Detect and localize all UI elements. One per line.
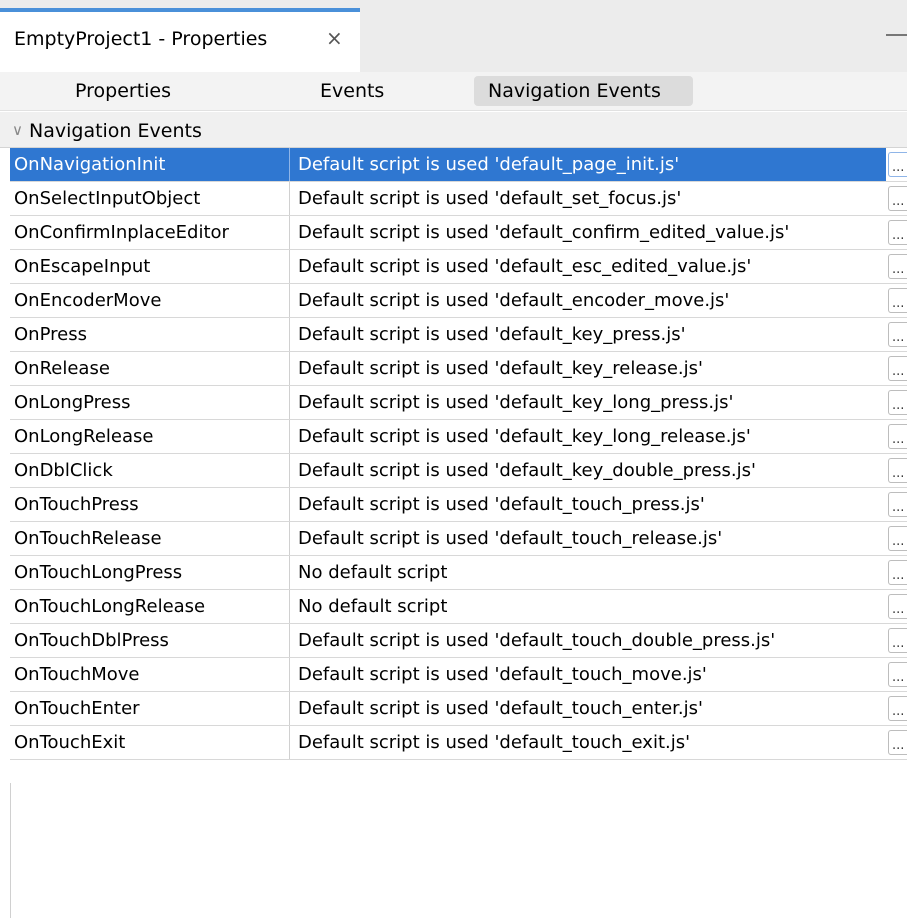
event-name-cell[interactable]: OnTouchMove — [10, 658, 290, 691]
event-name-cell[interactable]: OnTouchPress — [10, 488, 290, 521]
event-script-value-cell[interactable]: Default script is used 'default_esc_edit… — [290, 250, 886, 283]
event-name-cell[interactable]: OnTouchExit — [10, 726, 290, 759]
event-name-cell[interactable]: OnConfirmInplaceEditor — [10, 216, 290, 249]
table-row[interactable]: OnLongRelease Default script is used 'def… — [10, 420, 907, 454]
table-row[interactable]: OnTouchMove Default script is used 'defau… — [10, 658, 907, 692]
chevron-down-icon[interactable]: ∨ — [12, 121, 23, 139]
event-script-value-cell[interactable]: Default script is used 'default_key_long… — [290, 386, 886, 419]
event-script-value-cell[interactable]: Default script is used 'default_key_long… — [290, 420, 886, 453]
browse-script-button[interactable]: ... — [888, 594, 907, 619]
event-script-value-cell[interactable]: Default script is used 'default_key_pres… — [290, 318, 886, 351]
group-title: Navigation Events — [29, 120, 202, 142]
event-name-cell[interactable]: OnEscapeInput — [10, 250, 290, 283]
group-header-navigation-events[interactable]: ∨ Navigation Events — [0, 112, 907, 148]
table-row[interactable]: OnConfirmInplaceEditor Default script is … — [10, 216, 907, 250]
browse-script-button[interactable]: ... — [888, 730, 907, 755]
table-row[interactable]: OnEscapeInput Default script is used 'def… — [10, 250, 907, 284]
table-row[interactable]: OnDblClick Default script is used 'defaul… — [10, 454, 907, 488]
event-script-value-cell[interactable]: Default script is used 'default_touch_pr… — [290, 488, 886, 521]
event-script-value-cell[interactable]: No default script — [290, 590, 886, 623]
event-script-value-cell[interactable]: Default script is used 'default_page_ini… — [290, 148, 886, 181]
event-name-cell[interactable]: OnNavigationInit — [10, 148, 290, 181]
event-name-cell[interactable]: OnEncoderMove — [10, 284, 290, 317]
event-name-cell[interactable]: OnRelease — [10, 352, 290, 385]
event-name-cell[interactable]: OnPress — [10, 318, 290, 351]
event-name-cell[interactable]: OnLongPress — [10, 386, 290, 419]
browse-script-button[interactable]: ... — [888, 356, 907, 381]
property-grid: OnNavigationInit Default script is used '… — [10, 148, 907, 760]
tab-properties-panel[interactable]: EmptyProject1 - Properties × — [0, 8, 360, 72]
table-row[interactable]: OnTouchLongPress No default script... — [10, 556, 907, 590]
event-script-value-cell[interactable]: Default script is used 'default_touch_do… — [290, 624, 886, 657]
event-name-cell[interactable]: OnSelectInputObject — [10, 182, 290, 215]
table-row[interactable]: OnEncoderMove Default script is used 'def… — [10, 284, 907, 318]
event-script-value-cell[interactable]: Default script is used 'default_key_doub… — [290, 454, 886, 487]
table-row[interactable]: OnNavigationInit Default script is used '… — [10, 148, 907, 182]
tab-title: EmptyProject1 - Properties — [14, 28, 268, 50]
subtab-navigation-events[interactable]: Navigation Events — [474, 76, 693, 106]
event-name-cell[interactable]: OnTouchLongRelease — [10, 590, 290, 623]
event-script-value-cell[interactable]: No default script — [290, 556, 886, 589]
browse-script-button[interactable]: ... — [888, 254, 907, 279]
browse-script-button[interactable]: ... — [888, 390, 907, 415]
browse-script-button[interactable]: ... — [888, 492, 907, 517]
browse-script-button[interactable]: ... — [888, 458, 907, 483]
table-row[interactable]: OnSelectInputObject Default script is use… — [10, 182, 907, 216]
table-row[interactable]: OnRelease Default script is used 'default… — [10, 352, 907, 386]
table-row[interactable]: OnTouchEnter Default script is used 'defa… — [10, 692, 907, 726]
properties-window: EmptyProject1 - Properties × Properties … — [0, 0, 907, 918]
table-row[interactable]: OnPress Default script is used 'default_k… — [10, 318, 907, 352]
close-icon[interactable]: × — [326, 26, 343, 50]
event-script-value-cell[interactable]: Default script is used 'default_touch_mo… — [290, 658, 886, 691]
subtab-events[interactable]: Events — [320, 76, 384, 106]
event-script-value-cell[interactable]: Default script is used 'default_touch_re… — [290, 522, 886, 555]
event-name-cell[interactable]: OnTouchDblPress — [10, 624, 290, 657]
browse-script-button[interactable]: ... — [888, 220, 907, 245]
event-script-value-cell[interactable]: Default script is used 'default_confirm_… — [290, 216, 886, 249]
browse-script-button[interactable]: ... — [888, 424, 907, 449]
event-script-value-cell[interactable]: Default script is used 'default_touch_en… — [290, 692, 886, 725]
event-script-value-cell[interactable]: Default script is used 'default_encoder_… — [290, 284, 886, 317]
table-row[interactable]: OnLongPress Default script is used 'defau… — [10, 386, 907, 420]
event-script-value-cell[interactable]: Default script is used 'default_touch_ex… — [290, 726, 886, 759]
browse-script-button[interactable]: ... — [888, 322, 907, 347]
subtab-properties[interactable]: Properties — [75, 76, 171, 106]
table-row[interactable]: OnTouchPress Default script is used 'defa… — [10, 488, 907, 522]
table-row[interactable]: OnTouchRelease Default script is used 'de… — [10, 522, 907, 556]
event-name-cell[interactable]: OnDblClick — [10, 454, 290, 487]
event-name-cell[interactable]: OnTouchEnter — [10, 692, 290, 725]
browse-script-button[interactable]: ... — [888, 186, 907, 211]
table-row[interactable]: OnTouchDblPress Default script is used 'd… — [10, 624, 907, 658]
minimize-icon[interactable] — [886, 34, 907, 36]
browse-script-button[interactable]: ... — [888, 628, 907, 653]
browse-script-button[interactable]: ... — [888, 662, 907, 687]
browse-script-button[interactable]: ... — [888, 560, 907, 585]
event-script-value-cell[interactable]: Default script is used 'default_key_rele… — [290, 352, 886, 385]
title-bar: EmptyProject1 - Properties × — [0, 0, 907, 72]
browse-script-button[interactable]: ... — [888, 152, 907, 177]
table-row[interactable]: OnTouchLongRelease No default script... — [10, 590, 907, 624]
browse-script-button[interactable]: ... — [888, 526, 907, 551]
browse-script-button[interactable]: ... — [888, 696, 907, 721]
event-name-cell[interactable]: OnTouchRelease — [10, 522, 290, 555]
event-name-cell[interactable]: OnTouchLongPress — [10, 556, 290, 589]
browse-script-button[interactable]: ... — [888, 288, 907, 313]
empty-grid-area — [10, 783, 907, 918]
event-name-cell[interactable]: OnLongRelease — [10, 420, 290, 453]
event-script-value-cell[interactable]: Default script is used 'default_set_focu… — [290, 182, 886, 215]
subtab-bar: Properties Events Navigation Events — [0, 72, 907, 111]
table-row[interactable]: OnTouchExit Default script is used 'defau… — [10, 726, 907, 760]
